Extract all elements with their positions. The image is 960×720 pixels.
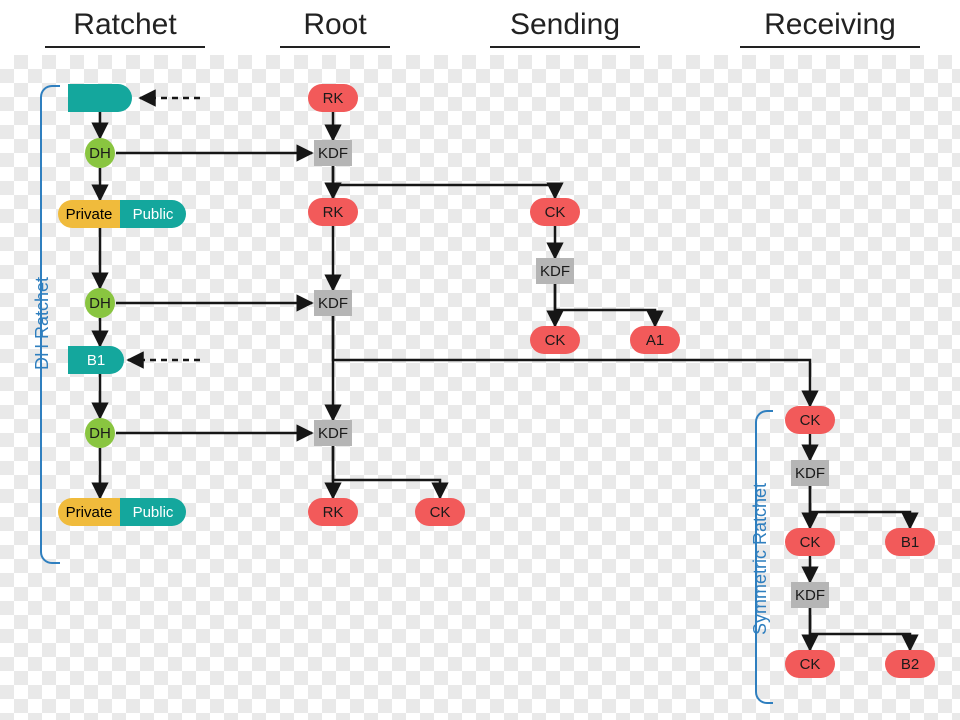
kdf-recv-2: KDF [791, 582, 829, 608]
col-header-label: Root [303, 8, 366, 41]
kdf-root-3: KDF [314, 420, 352, 446]
ck-label: CK [800, 534, 821, 551]
incoming-public-b1: B1 [68, 346, 124, 374]
kdf-recv-1: KDF [791, 460, 829, 486]
dh-label: DH [89, 295, 111, 312]
msgkey-b1: B1 [885, 528, 935, 556]
ck-root-out: CK [415, 498, 465, 526]
rk-0: RK [308, 84, 358, 112]
keypair-2: Private Public [58, 498, 186, 526]
side-label-symmetric: Symmetric Ratchet [750, 483, 771, 635]
kdf-label: KDF [318, 295, 348, 312]
ck-label: CK [800, 412, 821, 429]
col-header-label: Sending [510, 8, 620, 41]
kdf-label: KDF [795, 465, 825, 482]
kdf-send-1: KDF [536, 258, 574, 284]
dh-node-1: DH [85, 138, 115, 168]
rk-label: RK [323, 90, 344, 107]
kdf-root-1: KDF [314, 140, 352, 166]
private-label: Private [66, 206, 113, 223]
side-label-dh: DH Ratchet [32, 277, 53, 370]
ck-recv-1: CK [785, 528, 835, 556]
ck-label: CK [545, 332, 566, 349]
ck-send-1: CK [530, 326, 580, 354]
col-header-label: Receiving [764, 8, 896, 41]
b1-label: B1 [87, 352, 105, 369]
col-header-receiving: Receiving [740, 8, 920, 48]
private-label: Private [66, 504, 113, 521]
msgkey-a1: A1 [630, 326, 680, 354]
dh-node-2: DH [85, 288, 115, 318]
col-header-root: Root [280, 8, 390, 48]
rk-label: RK [323, 504, 344, 521]
kdf-label: KDF [540, 263, 570, 280]
kdf-root-2: KDF [314, 290, 352, 316]
ck-label: CK [430, 504, 451, 521]
ck-send-0: CK [530, 198, 580, 226]
rk-1: RK [308, 198, 358, 226]
diagram-root: Ratchet Root Sending Receiving DH Ratche… [0, 0, 960, 720]
ck-recv-0: CK [785, 406, 835, 434]
kdf-label: KDF [795, 587, 825, 604]
dh-label: DH [89, 145, 111, 162]
ck-label: CK [800, 656, 821, 673]
keypair-1: Private Public [58, 200, 186, 228]
col-header-ratchet: Ratchet [45, 8, 205, 48]
ck-recv-2: CK [785, 650, 835, 678]
rk-label: RK [323, 204, 344, 221]
ck-label: CK [545, 204, 566, 221]
dh-label: DH [89, 425, 111, 442]
col-header-label: Ratchet [73, 8, 176, 41]
public-label: Public [133, 504, 174, 521]
dh-node-3: DH [85, 418, 115, 448]
kdf-label: KDF [318, 425, 348, 442]
msgkey-b2: B2 [885, 650, 935, 678]
col-header-sending: Sending [490, 8, 640, 48]
kdf-label: KDF [318, 145, 348, 162]
b1-label: B1 [901, 534, 919, 551]
a1-label: A1 [646, 332, 664, 349]
transparency-grid [0, 55, 960, 720]
b2-label: B2 [901, 656, 919, 673]
public-label: Public [133, 206, 174, 223]
incoming-public-0 [68, 84, 132, 112]
rk-2: RK [308, 498, 358, 526]
